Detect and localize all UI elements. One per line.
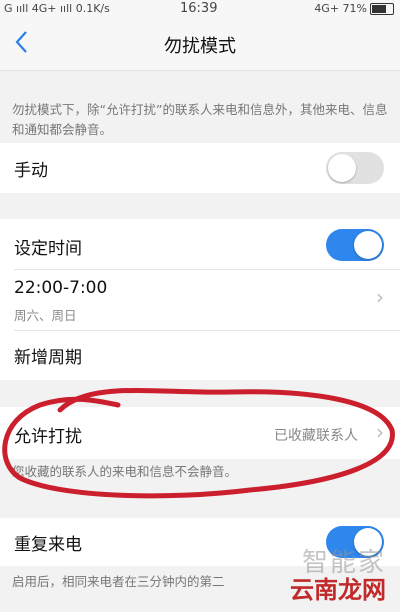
red-annotation-circle	[2, 387, 395, 499]
watermark-logo: 智能家 云南龙网	[278, 542, 386, 604]
watermark-bottom-text: 云南龙网	[290, 576, 386, 604]
